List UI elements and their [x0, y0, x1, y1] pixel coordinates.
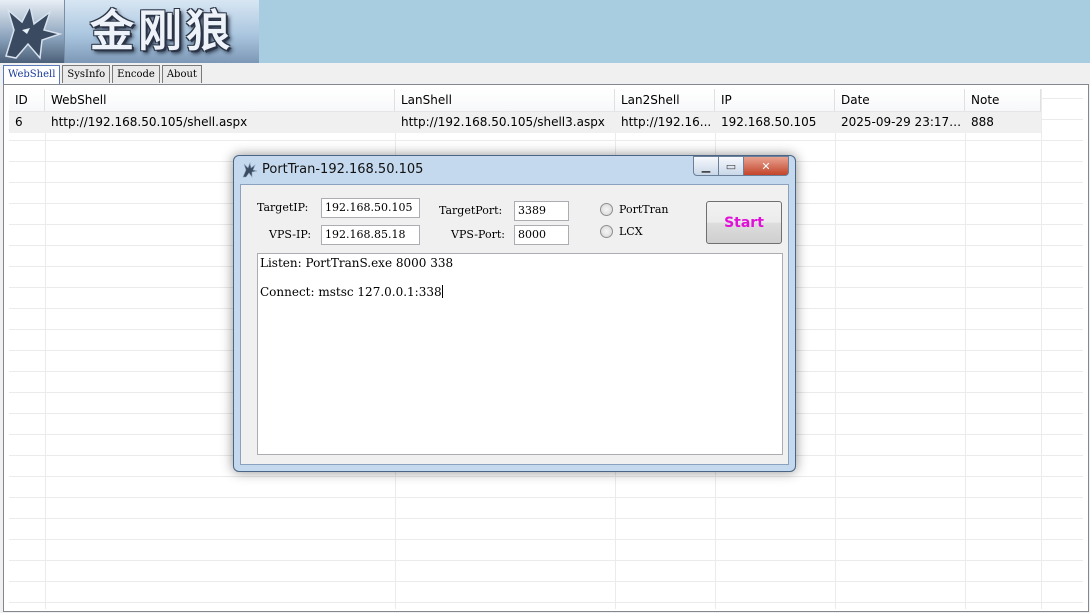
start-button[interactable]: Start — [706, 201, 782, 244]
column-header-note[interactable]: Note — [965, 89, 1041, 111]
close-button[interactable]: ✕ — [744, 156, 789, 176]
cell-webshell: http://192.168.50.105/shell.aspx — [51, 115, 248, 129]
table-header: ID WebShell LanShell Lan2Shell IP Date N… — [9, 89, 1041, 112]
table-row[interactable]: 6 http://192.168.50.105/shell.aspx http:… — [9, 112, 1041, 133]
vps-port-input[interactable]: 8000 — [514, 225, 569, 245]
tab-about[interactable]: About — [161, 65, 202, 83]
grid-divider — [1041, 89, 1042, 609]
column-header-lan2shell[interactable]: Lan2Shell — [615, 89, 715, 111]
tab-sysinfo[interactable]: SysInfo — [62, 65, 111, 83]
cell-lanshell: http://192.168.50.105/shell3.aspx — [401, 115, 605, 129]
cell-lan2shell: http://192.16... — [621, 115, 712, 129]
vps-ip-input[interactable]: 192.168.85.18 — [321, 225, 420, 245]
column-header-lanshell[interactable]: LanShell — [395, 89, 615, 111]
tab-encode[interactable]: Encode — [112, 65, 160, 83]
grid-divider — [965, 89, 966, 609]
column-header-ip[interactable]: IP — [715, 89, 835, 111]
radio-circle — [600, 203, 613, 216]
minimize-icon: ▁ — [701, 159, 711, 173]
lcx-radio-label: LCX — [619, 225, 643, 238]
grid-divider — [45, 89, 46, 609]
app-logo-title: 金刚狼 — [65, 0, 259, 63]
wolf-app-icon — [242, 161, 258, 178]
radio-circle — [600, 225, 613, 238]
target-port-label: TargetPort: — [439, 204, 503, 217]
column-header-id[interactable]: ID — [9, 89, 45, 111]
porttran-radio[interactable]: PortTran — [600, 203, 669, 216]
vps-port-label: VPS-Port: — [451, 228, 505, 241]
wolf-logo-icon — [0, 0, 65, 63]
output-line-connect: Connect: mstsc 127.0.0.1:338 — [260, 285, 442, 299]
close-icon: ✕ — [761, 159, 771, 173]
cell-date: 2025-09-29 23:17:19 — [841, 115, 965, 129]
window-controls: ▁ ▭ ✕ — [693, 156, 789, 176]
porttran-dialog: PortTran-192.168.50.105 ▁ ▭ ✕ TargetIP: … — [233, 155, 796, 472]
target-ip-input[interactable]: 192.168.50.105 — [321, 198, 420, 218]
app-title-text: 金刚狼 — [90, 6, 234, 57]
cell-id: 6 — [15, 115, 23, 129]
target-ip-label: TargetIP: — [257, 201, 309, 214]
maximize-icon: ▭ — [725, 159, 737, 173]
minimize-button[interactable]: ▁ — [693, 156, 719, 176]
porttran-radio-label: PortTran — [619, 203, 669, 216]
cell-note: 888 — [971, 115, 994, 129]
cell-ip: 192.168.50.105 — [721, 115, 817, 129]
dialog-body: TargetIP: 192.168.50.105 VPS-IP: 192.168… — [240, 184, 789, 465]
vps-ip-label: VPS-IP: — [269, 228, 312, 241]
grid-divider — [835, 89, 836, 609]
target-port-input[interactable]: 3389 — [514, 201, 569, 221]
output-line-listen: Listen: PortTranS.exe 8000 338 — [260, 256, 454, 270]
output-textarea[interactable]: Listen: PortTranS.exe 8000 338 Connect: … — [257, 253, 783, 455]
header-banner: 金刚狼 — [0, 0, 1090, 63]
dialog-title: PortTran-192.168.50.105 — [262, 162, 424, 177]
maximize-button[interactable]: ▭ — [719, 156, 744, 176]
column-header-date[interactable]: Date — [835, 89, 965, 111]
tab-webshell[interactable]: WebShell — [3, 65, 61, 84]
column-header-webshell[interactable]: WebShell — [45, 89, 395, 111]
text-cursor — [441, 285, 443, 298]
main-tabs: WebShell SysInfo Encode About — [3, 65, 204, 84]
lcx-radio[interactable]: LCX — [600, 225, 643, 238]
